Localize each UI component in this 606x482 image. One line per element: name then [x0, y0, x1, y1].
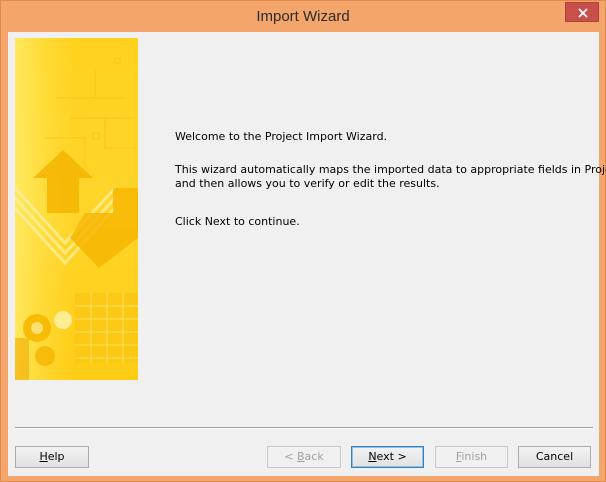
import-wizard-window: Import Wizard Welcome to the Project Imp…: [0, 0, 606, 482]
button-separator: [15, 427, 593, 429]
wizard-client-area: Welcome to the Project Import Wizard. Th…: [8, 32, 606, 476]
close-button[interactable]: [565, 2, 599, 22]
finish-button[interactable]: Finish: [435, 446, 508, 468]
description-line-2: and then allows you to verify or edit th…: [175, 177, 440, 190]
wizard-banner-image: [15, 38, 138, 380]
help-button[interactable]: Help: [15, 446, 89, 468]
cancel-button[interactable]: Cancel: [518, 446, 591, 468]
next-button[interactable]: Next >: [351, 446, 424, 468]
window-title: Import Wizard: [256, 8, 350, 25]
close-icon: [578, 8, 588, 18]
title-bar[interactable]: Import Wizard: [1, 1, 605, 31]
description-line-1: This wizard automatically maps the impor…: [175, 163, 606, 176]
instruction-text: Click Next to continue.: [175, 215, 300, 228]
welcome-text: Welcome to the Project Import Wizard.: [175, 130, 388, 143]
back-button[interactable]: < Back: [267, 446, 341, 468]
